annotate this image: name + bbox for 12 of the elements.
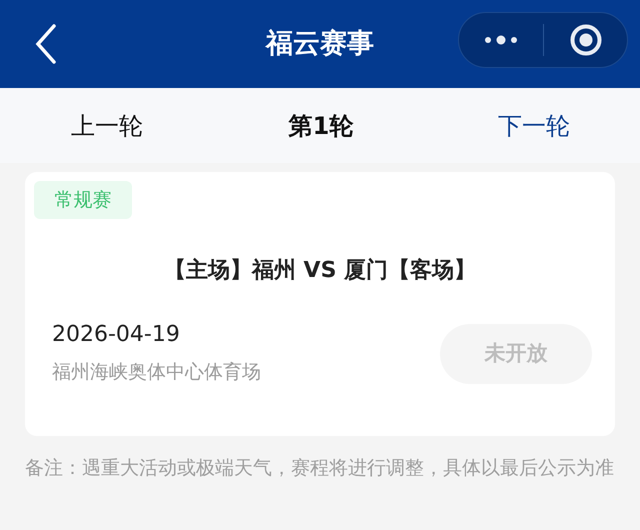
target-icon <box>570 24 602 56</box>
venue-text: 福州海峡奥体中心体育场 <box>52 360 261 385</box>
back-icon <box>34 24 58 64</box>
next-round-link[interactable]: 下一轮 <box>428 108 640 144</box>
previous-round-link[interactable]: 上一轮 <box>0 108 214 144</box>
page-title: 福云赛事 <box>264 27 375 61</box>
more-icon <box>483 34 519 46</box>
match-date: 2026-04-19 <box>52 321 180 349</box>
category-tag: 常规赛 <box>34 181 132 219</box>
current-round: 第1轮 <box>288 110 354 142</box>
note-text: 备注：遇重大活动或极端天气，赛程将进行调整，具体以最后公示为准 <box>25 456 615 481</box>
match-title: 【主场】福州 VS 厦门【客场】 <box>162 256 478 285</box>
